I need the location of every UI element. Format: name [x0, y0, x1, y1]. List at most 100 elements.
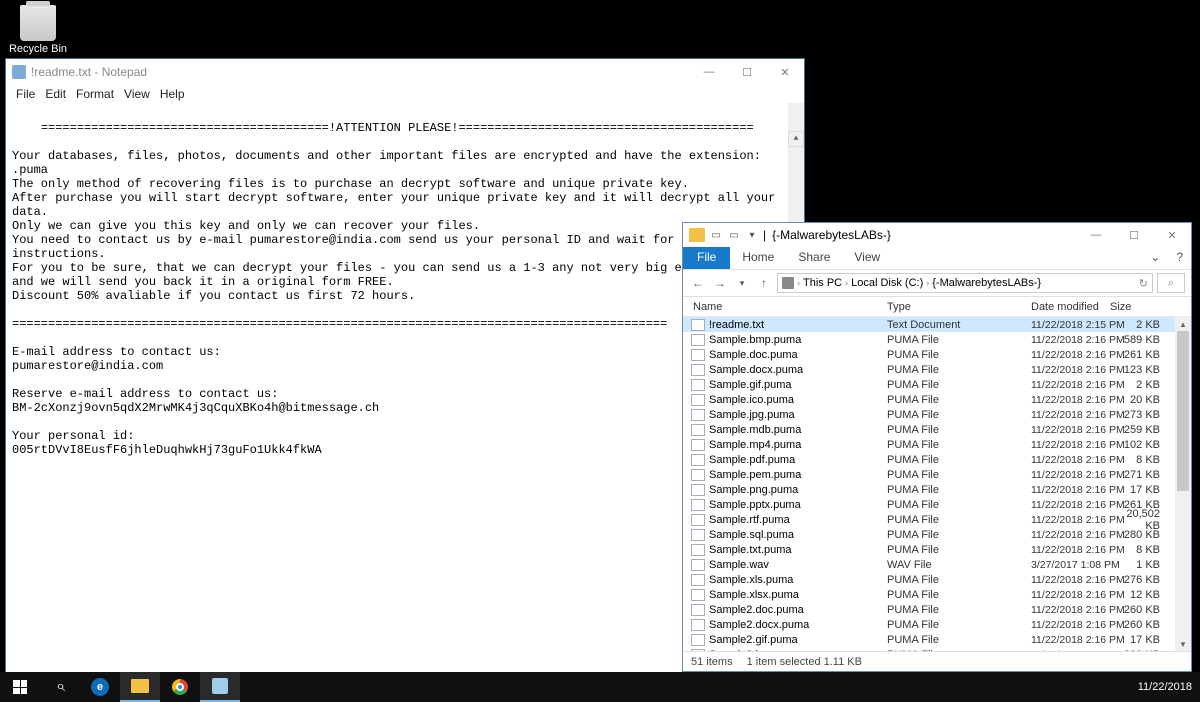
file-row[interactable]: Sample.pem.pumaPUMA File11/22/2018 2:16 … — [683, 467, 1191, 482]
file-row[interactable]: Sample.txt.pumaPUMA File11/22/2018 2:16 … — [683, 542, 1191, 557]
back-button[interactable]: ← — [689, 274, 707, 292]
qat-new-icon[interactable]: ▭ — [727, 228, 741, 242]
file-date: 11/22/2018 2:16 PM — [1031, 484, 1115, 496]
file-row[interactable]: Sample2.doc.pumaPUMA File11/22/2018 2:16… — [683, 602, 1191, 617]
taskbar-notepad[interactable] — [200, 672, 240, 702]
scroll-down-icon[interactable]: ▼ — [1175, 637, 1191, 651]
file-type: PUMA File — [887, 439, 1031, 451]
maximize-button[interactable]: ☐ — [728, 59, 766, 85]
file-name: Sample.txt.puma — [709, 544, 887, 556]
help-icon[interactable]: ? — [1168, 247, 1191, 269]
system-tray[interactable]: 11/22/2018 — [1138, 681, 1200, 693]
column-headers: Name Type Date modified Size — [683, 297, 1191, 317]
breadcrumb[interactable]: › This PC › Local Disk (C:) › {-Malwareb… — [777, 273, 1153, 293]
start-button[interactable] — [0, 672, 40, 702]
maximize-button[interactable]: ☐ — [1115, 223, 1153, 247]
file-type: PUMA File — [887, 544, 1031, 556]
file-row[interactable]: Sample.gif.pumaPUMA File11/22/2018 2:16 … — [683, 377, 1191, 392]
file-row[interactable]: Sample.xlsx.pumaPUMA File11/22/2018 2:16… — [683, 587, 1191, 602]
file-row[interactable]: !readme.txtText Document11/22/2018 2:15 … — [683, 317, 1191, 332]
file-icon — [691, 379, 705, 391]
file-row[interactable]: Sample.xls.pumaPUMA File11/22/2018 2:16 … — [683, 572, 1191, 587]
taskbar-chrome[interactable] — [160, 672, 200, 702]
file-date: 11/22/2018 2:16 PM — [1031, 589, 1115, 601]
file-date: 11/22/2018 2:16 PM — [1031, 409, 1115, 421]
forward-button[interactable]: → — [711, 274, 729, 292]
menu-help[interactable]: Help — [156, 87, 189, 101]
crumb-folder[interactable]: {-MalwarebytesLABs-} — [932, 277, 1041, 289]
search-button[interactable] — [40, 672, 80, 702]
refresh-icon[interactable]: ↻ — [1139, 277, 1148, 290]
file-name: Sample.wav — [709, 559, 887, 571]
minimize-button[interactable]: — — [690, 59, 728, 85]
file-row[interactable]: Sample.doc.pumaPUMA File11/22/2018 2:16 … — [683, 347, 1191, 362]
explorer-titlebar[interactable]: ▭ ▭ ▾ | {-MalwarebytesLABs-} — ☐ ✕ — [683, 223, 1191, 247]
file-row[interactable]: Sample2.docx.pumaPUMA File11/22/2018 2:1… — [683, 617, 1191, 632]
tab-share[interactable]: Share — [786, 247, 842, 269]
file-type: PUMA File — [887, 574, 1031, 586]
file-row[interactable]: Sample.wavWAV File3/27/2017 1:08 PM1 KB — [683, 557, 1191, 572]
crumb-drive[interactable]: Local Disk (C:) — [851, 277, 923, 289]
explorer-title: {-MalwarebytesLABs-} — [772, 228, 1077, 242]
file-row[interactable]: Sample.docx.pumaPUMA File11/22/2018 2:16… — [683, 362, 1191, 377]
scroll-up-icon[interactable]: ▲ — [1175, 317, 1191, 331]
file-icon — [691, 319, 705, 331]
file-type: PUMA File — [887, 469, 1031, 481]
col-name[interactable]: Name — [683, 301, 887, 313]
qat-props-icon[interactable]: ▭ — [709, 228, 723, 242]
file-type: PUMA File — [887, 634, 1031, 646]
file-name: Sample2.gif.puma — [709, 634, 887, 646]
crumb-thispc[interactable]: This PC — [803, 277, 842, 289]
file-date: 11/22/2018 2:16 PM — [1031, 424, 1115, 436]
ribbon-expand-icon[interactable]: ⌄ — [1142, 247, 1168, 269]
recycle-bin[interactable]: Recycle Bin — [8, 5, 68, 55]
explorer-scrollbar[interactable]: ▲ ▼ — [1175, 317, 1191, 651]
file-icon — [691, 559, 705, 571]
tab-view[interactable]: View — [842, 247, 892, 269]
up-button[interactable]: ↑ — [755, 274, 773, 292]
menu-view[interactable]: View — [120, 87, 154, 101]
scroll-up-icon[interactable]: ▲ — [788, 131, 804, 147]
menu-format[interactable]: Format — [72, 87, 118, 101]
tab-file[interactable]: File — [683, 247, 730, 269]
file-row[interactable]: Sample2.gif.pumaPUMA File11/22/2018 2:16… — [683, 632, 1191, 647]
file-row[interactable]: Sample.sql.pumaPUMA File11/22/2018 2:16 … — [683, 527, 1191, 542]
file-date: 11/22/2018 2:16 PM — [1031, 514, 1115, 526]
chevron-right-icon[interactable]: › — [926, 278, 929, 288]
close-button[interactable]: ✕ — [1153, 223, 1191, 247]
file-list[interactable]: ▲ ▼ !readme.txtText Document11/22/2018 2… — [683, 317, 1191, 651]
col-date[interactable]: Date modified — [1031, 301, 1110, 313]
file-row[interactable]: Sample.mdb.pumaPUMA File11/22/2018 2:16 … — [683, 422, 1191, 437]
pc-icon — [782, 277, 794, 289]
notepad-titlebar[interactable]: !readme.txt - Notepad — ☐ ✕ — [6, 59, 804, 85]
file-name: Sample.mp4.puma — [709, 439, 887, 451]
scroll-thumb[interactable] — [1177, 331, 1189, 491]
file-row[interactable]: Sample.png.pumaPUMA File11/22/2018 2:16 … — [683, 482, 1191, 497]
file-row[interactable]: Sample.pdf.pumaPUMA File11/22/2018 2:16 … — [683, 452, 1191, 467]
file-row[interactable]: Sample.bmp.pumaPUMA File11/22/2018 2:16 … — [683, 332, 1191, 347]
qat-dropdown-icon[interactable]: ▾ — [745, 228, 759, 242]
file-row[interactable]: Sample.ico.pumaPUMA File11/22/2018 2:16 … — [683, 392, 1191, 407]
file-row[interactable]: Sample.rtf.pumaPUMA File11/22/2018 2:16 … — [683, 512, 1191, 527]
file-size: 260 KB — [1115, 619, 1160, 631]
tab-home[interactable]: Home — [730, 247, 786, 269]
file-date: 3/27/2017 1:08 PM — [1031, 559, 1115, 571]
col-type[interactable]: Type — [887, 301, 1031, 313]
col-size[interactable]: Size — [1110, 301, 1160, 313]
file-row[interactable]: Sample2.jpg.pumaPUMA File11/22/2018 2:16… — [683, 647, 1191, 651]
menu-edit[interactable]: Edit — [41, 87, 70, 101]
minimize-button[interactable]: — — [1077, 223, 1115, 247]
recent-dropdown-icon[interactable]: ▾ — [733, 274, 751, 292]
chevron-right-icon[interactable]: › — [797, 278, 800, 288]
menu-file[interactable]: File — [12, 87, 39, 101]
file-row[interactable]: Sample.jpg.pumaPUMA File11/22/2018 2:16 … — [683, 407, 1191, 422]
status-count: 51 items — [691, 656, 733, 668]
close-button[interactable]: ✕ — [766, 59, 804, 85]
search-input[interactable]: ⌕ — [1157, 273, 1185, 293]
chevron-right-icon[interactable]: › — [845, 278, 848, 288]
file-row[interactable]: Sample.mp4.pumaPUMA File11/22/2018 2:16 … — [683, 437, 1191, 452]
taskbar-edge[interactable]: e — [80, 672, 120, 702]
taskbar-explorer[interactable] — [120, 672, 160, 702]
file-type: PUMA File — [887, 379, 1031, 391]
file-size: 259 KB — [1115, 424, 1160, 436]
